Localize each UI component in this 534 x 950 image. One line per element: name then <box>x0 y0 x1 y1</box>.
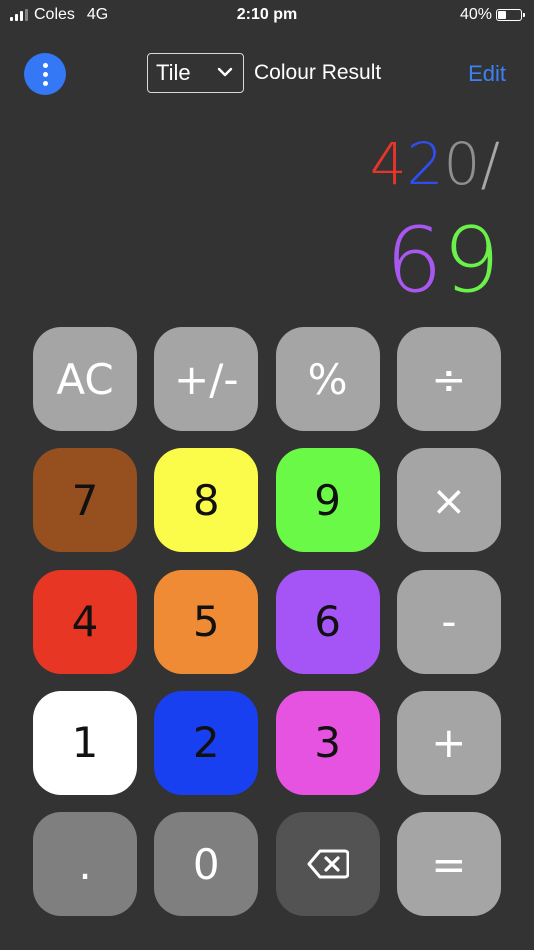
nav-bar: Tile Colour Result Edit <box>0 52 534 98</box>
key-backspace-button[interactable] <box>275 812 380 917</box>
key-divide-button[interactable]: ÷ <box>396 327 501 431</box>
key-plus-minus-button[interactable]: +/- <box>154 327 259 431</box>
nav-title: Colour Result <box>254 61 382 84</box>
key-label: . <box>78 839 92 889</box>
key-ac-button[interactable]: AC <box>33 327 137 431</box>
expression-char: 2 <box>406 130 444 198</box>
key-label: 4 <box>71 597 99 647</box>
status-time: 2:10 pm <box>236 6 298 23</box>
key-7-button[interactable]: 7 <box>33 448 137 553</box>
key-minus-button[interactable]: - <box>396 569 501 674</box>
status-bar: Coles 4G 2:10 pm 40% <box>0 0 534 30</box>
more-menu-button[interactable] <box>24 53 66 95</box>
expression-char: 4 <box>369 130 407 198</box>
chevron-down-icon <box>217 67 233 77</box>
status-right: 40% <box>459 6 525 24</box>
mode-select[interactable]: Tile <box>147 53 244 93</box>
key-label: % <box>307 354 348 404</box>
key-0-button[interactable]: 0 <box>154 812 259 917</box>
key-label: 2 <box>192 718 220 768</box>
key-1-button[interactable]: 1 <box>33 690 137 795</box>
key-label: - <box>441 597 457 647</box>
key-4-button[interactable]: 4 <box>33 569 137 674</box>
key-label: 3 <box>314 718 341 768</box>
key-label: ÷ <box>431 354 467 404</box>
key-plus-button[interactable]: + <box>396 690 501 795</box>
key-label: + <box>431 718 467 768</box>
key-decimal-button[interactable]: . <box>33 812 137 917</box>
key-label: = <box>431 839 467 889</box>
battery-icon <box>496 9 525 21</box>
key-label: 0 <box>192 839 220 889</box>
key-label: AC <box>56 354 114 404</box>
result-display: 69 <box>385 208 500 313</box>
key-8-button[interactable]: 8 <box>154 448 259 553</box>
key-percent-button[interactable]: % <box>275 327 380 431</box>
key-label: 1 <box>71 718 99 768</box>
key-label: 9 <box>314 475 341 525</box>
key-2-button[interactable]: 2 <box>154 690 259 795</box>
key-6-button[interactable]: 6 <box>275 569 380 674</box>
result-char: 9 <box>442 208 500 313</box>
expression-display: 420/ <box>370 130 500 198</box>
expression-char: / <box>480 130 500 198</box>
key-3-button[interactable]: 3 <box>275 690 380 795</box>
key-label: 5 <box>192 597 220 647</box>
key-multiply-button[interactable]: × <box>396 448 501 553</box>
key-label: 7 <box>71 475 99 525</box>
more-vertical-icon <box>42 62 48 68</box>
expression-char: 0 <box>443 130 481 198</box>
backspace-icon <box>307 849 349 879</box>
mode-select-value: Tile <box>156 60 191 85</box>
key-label: 6 <box>314 597 341 647</box>
key-label: +/- <box>174 354 239 404</box>
key-9-button[interactable]: 9 <box>275 448 380 553</box>
edit-button[interactable]: Edit <box>468 61 506 87</box>
key-label: × <box>431 475 467 525</box>
key-5-button[interactable]: 5 <box>154 569 259 674</box>
result-char: 6 <box>385 208 443 313</box>
key-label: 8 <box>192 475 220 525</box>
key-equals-button[interactable]: = <box>396 812 501 917</box>
battery-percent: 40% <box>459 6 492 23</box>
